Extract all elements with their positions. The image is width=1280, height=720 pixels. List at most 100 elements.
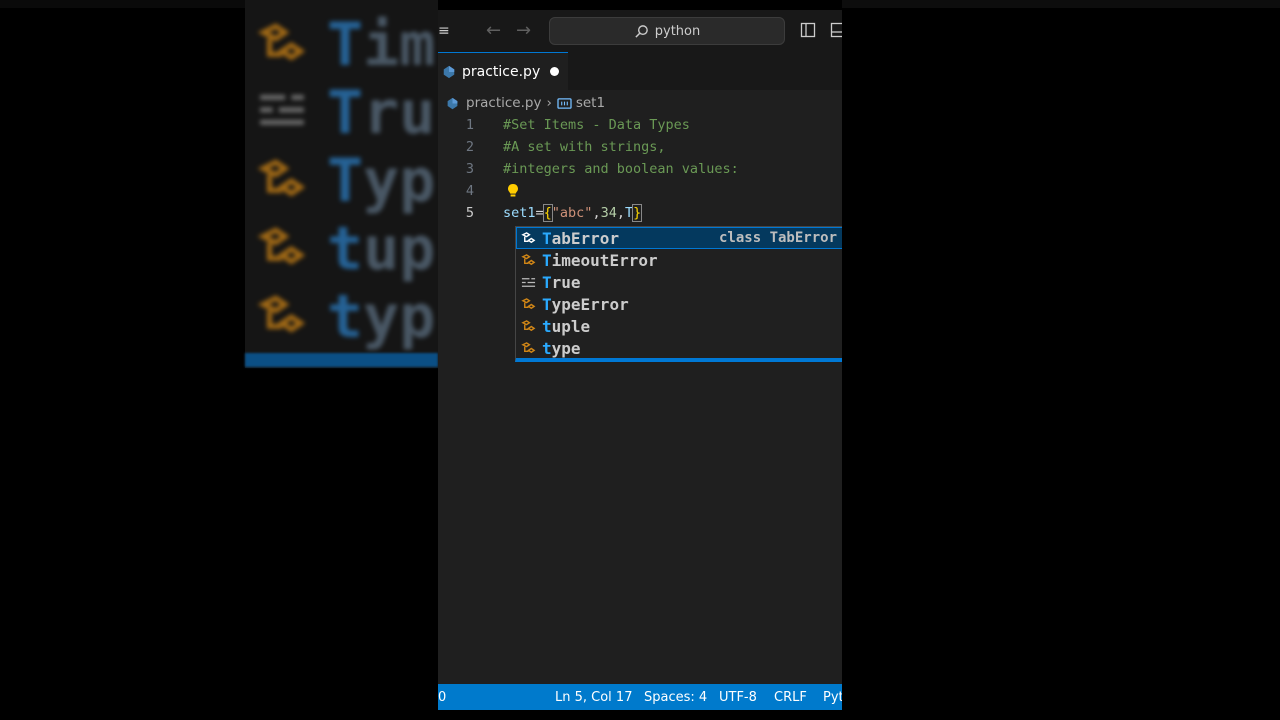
- code-line[interactable]: 2 #A set with strings,: [438, 136, 842, 158]
- status-cursor-position[interactable]: Ln 5, Col 17: [555, 690, 632, 705]
- class-icon: [257, 295, 306, 333]
- search-icon: [635, 24, 648, 38]
- line-number: 2: [465, 139, 475, 155]
- suggestion-match: T: [542, 228, 552, 248]
- suggestion-match: t: [542, 338, 552, 358]
- right-background: [842, 0, 1280, 8]
- suggestion-label: imeoutError: [551, 250, 658, 270]
- code-line[interactable]: 3 #integers and boolean values:: [438, 158, 842, 180]
- class-icon: [521, 231, 536, 243]
- code-typed: T: [624, 205, 634, 221]
- editor-window: ≡ ← → python practice.py practice.py › s…: [438, 10, 842, 710]
- class-icon: [257, 159, 306, 197]
- suggestion-item[interactable]: type: [516, 337, 842, 359]
- breadcrumb: practice.py › set1: [438, 92, 842, 114]
- status-problems[interactable]: 0: [438, 690, 446, 705]
- code-line[interactable]: 4: [438, 180, 842, 202]
- tab-label: practice.py: [462, 63, 541, 80]
- class-icon: [521, 297, 536, 309]
- backdrop-match: T: [327, 78, 364, 148]
- backdrop-row: Tim: [255, 10, 435, 80]
- code-comma: ,: [616, 205, 625, 221]
- backdrop-match: t: [327, 214, 364, 284]
- tab-practice-py[interactable]: practice.py: [438, 52, 568, 90]
- status-eol[interactable]: CRLF: [774, 690, 807, 705]
- chevron-right-icon: ›: [546, 95, 552, 111]
- arrow-right-icon[interactable]: →: [516, 20, 531, 41]
- backdrop-match: T: [327, 10, 364, 80]
- backdrop-rest: yp: [363, 146, 436, 216]
- status-encoding[interactable]: UTF-8: [719, 690, 757, 705]
- code-variable: set1: [503, 205, 536, 221]
- code-line-current[interactable]: 5 set1={"abc",34,T}: [438, 202, 842, 224]
- suggestion-item[interactable]: TabError class TabError: [516, 227, 842, 249]
- code-operator: =: [535, 205, 544, 221]
- suggestion-match: t: [542, 316, 552, 336]
- code-brace-open: {: [542, 204, 553, 222]
- backdrop-rest: up: [363, 214, 436, 284]
- backdrop-rest: im: [363, 10, 436, 80]
- backdrop-accent-bar: [245, 353, 438, 367]
- python-file-icon: [447, 97, 458, 109]
- class-icon: [521, 253, 536, 265]
- line-number: 4: [465, 183, 475, 199]
- keyword-icon: [260, 94, 304, 125]
- suggestion-match: T: [542, 272, 552, 292]
- command-center-search[interactable]: python: [549, 17, 785, 45]
- status-bar: 0 Ln 5, Col 17 Spaces: 4 UTF-8 CRLF Pyt: [438, 684, 842, 710]
- backdrop-rest: ru: [363, 78, 436, 148]
- code-string: "abc": [551, 205, 593, 221]
- backdrop-row: Typ: [255, 146, 435, 216]
- backdrop-match: T: [327, 146, 364, 216]
- class-icon: [257, 227, 306, 265]
- backdrop-row: typ: [255, 282, 435, 352]
- status-indentation[interactable]: Spaces: 4: [644, 690, 707, 705]
- left-background: [0, 0, 245, 8]
- suggestion-widget: TabError class TabError TimeoutError Tru…: [515, 226, 842, 362]
- menu-icon[interactable]: ≡: [438, 23, 450, 39]
- arrow-left-icon[interactable]: ←: [486, 20, 501, 41]
- toggle-sidebar-icon[interactable]: [800, 22, 816, 38]
- toggle-panel-icon[interactable]: [830, 22, 842, 38]
- tab-bar: practice.py: [438, 52, 842, 90]
- suggestion-item[interactable]: TypeError: [516, 293, 842, 315]
- code-number: 34: [600, 205, 617, 221]
- python-file-icon: [443, 65, 455, 78]
- code-brace-close: }: [632, 204, 643, 222]
- backdrop-row: tup: [255, 214, 435, 284]
- code-comment: #integers and boolean values:: [503, 161, 739, 177]
- suggestion-label: rue: [551, 272, 581, 292]
- suggestion-item[interactable]: True: [516, 271, 842, 293]
- breadcrumb-symbol[interactable]: set1: [576, 95, 605, 111]
- status-language[interactable]: Pyt: [823, 690, 842, 705]
- suggestion-detail: class TabError: [719, 230, 838, 246]
- suggestion-label: abError: [551, 228, 620, 248]
- backdrop-row: Tru: [255, 78, 435, 148]
- zoomed-backdrop: Tim Tru Typ tup typ: [245, 0, 438, 368]
- suggestion-item[interactable]: tuple: [516, 315, 842, 337]
- suggestion-match: T: [542, 250, 552, 270]
- unsaved-dot-icon[interactable]: [550, 67, 560, 76]
- breadcrumb-file[interactable]: practice.py: [466, 95, 541, 111]
- class-icon: [521, 341, 536, 353]
- lightbulb-icon[interactable]: [506, 183, 520, 199]
- suggestion-item[interactable]: TimeoutError: [516, 249, 842, 271]
- variable-icon: [557, 97, 572, 109]
- code-line[interactable]: 1 #Set Items - Data Types: [438, 114, 842, 136]
- class-icon: [521, 319, 536, 331]
- line-number: 3: [465, 161, 475, 177]
- title-bar: ≡ ← → python: [438, 10, 842, 52]
- code-comment: #A set with strings,: [503, 139, 666, 155]
- line-number: 1: [465, 117, 475, 133]
- class-icon: [257, 23, 306, 61]
- code-comma: ,: [592, 205, 601, 221]
- keyword-icon: [521, 277, 536, 287]
- suggestion-label: uple: [551, 316, 591, 336]
- suggestion-label: ype: [551, 338, 581, 358]
- suggestion-label: ypeError: [551, 294, 629, 314]
- suggestion-match: T: [542, 294, 552, 314]
- line-number: 5: [465, 205, 475, 221]
- code-comment: #Set Items - Data Types: [503, 117, 690, 133]
- backdrop-match: t: [327, 282, 364, 352]
- backdrop-rest: yp: [363, 282, 436, 352]
